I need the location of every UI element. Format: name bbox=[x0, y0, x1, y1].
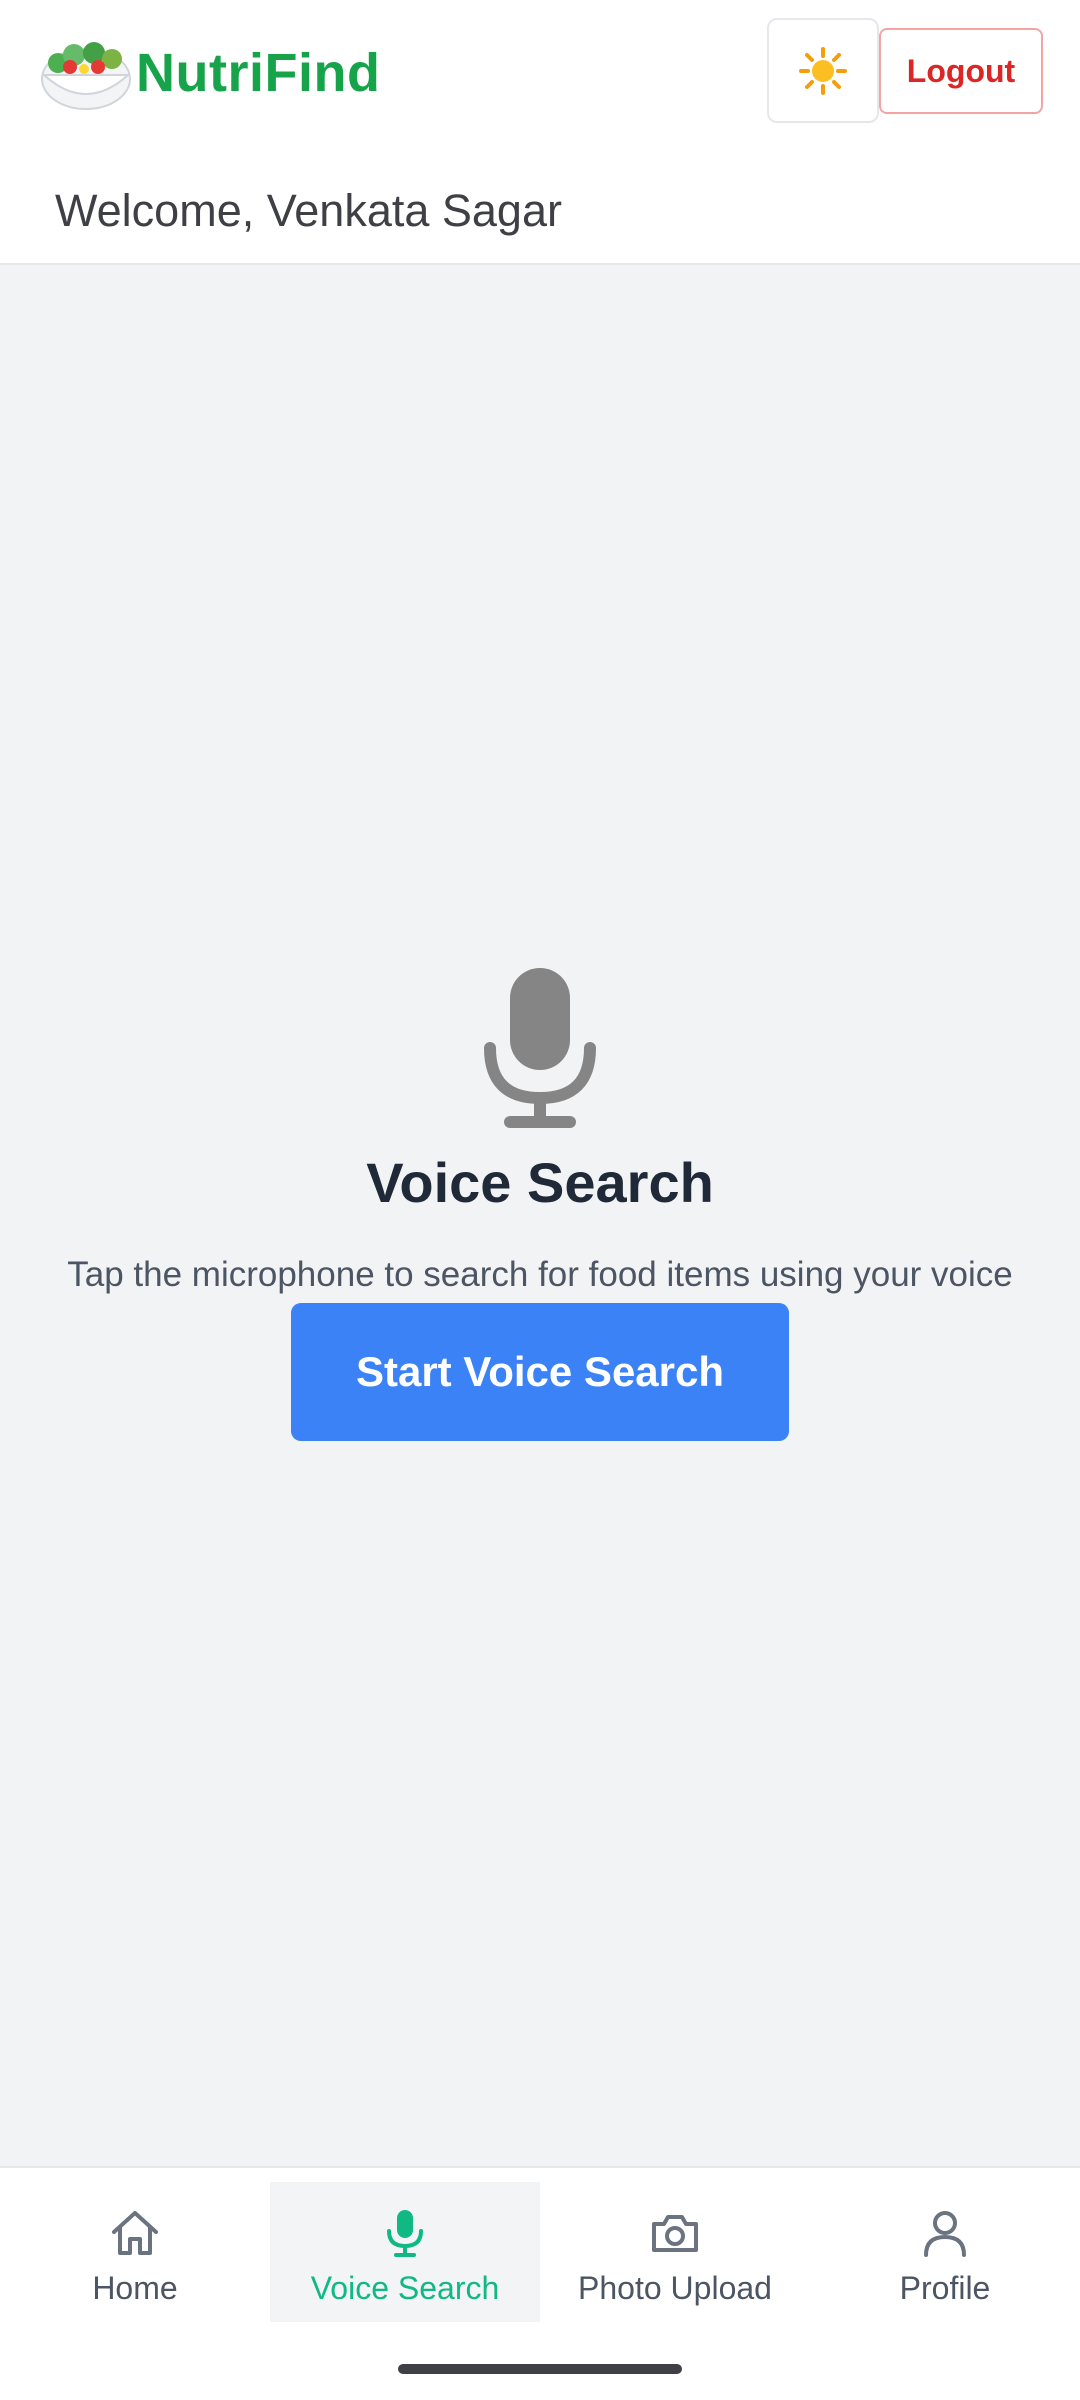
home-icon bbox=[112, 2211, 158, 2255]
user-icon bbox=[924, 2211, 966, 2257]
voice-search-description: Tap the microphone to search for food it… bbox=[67, 1255, 1013, 1294]
voice-search-title: Voice Search bbox=[366, 1151, 714, 1214]
nav-label-voice-search: Voice Search bbox=[310, 2270, 500, 2306]
theme-toggle-button[interactable] bbox=[767, 18, 879, 123]
welcome-text: Welcome, Venkata Sagar bbox=[55, 185, 562, 236]
app-name: NutriFind bbox=[136, 42, 381, 103]
nav-item-profile[interactable]: Profile bbox=[810, 2182, 1080, 2322]
app-header: NutriFind Logout Welcome, Venkata Sagar bbox=[0, 0, 1080, 265]
camera-icon bbox=[652, 2215, 698, 2252]
microphone-icon[interactable] bbox=[481, 960, 599, 1130]
nav-item-photo-upload[interactable]: Photo Upload bbox=[540, 2182, 810, 2322]
sun-icon bbox=[799, 46, 847, 95]
brand[interactable]: NutriFind bbox=[40, 30, 380, 115]
nav-label-home: Home bbox=[92, 2270, 178, 2306]
nav-item-voice-search[interactable]: Voice Search bbox=[270, 2182, 540, 2322]
nav-label-profile: Profile bbox=[899, 2270, 991, 2306]
home-indicator[interactable] bbox=[398, 2364, 682, 2374]
start-voice-search-button[interactable]: Start Voice Search bbox=[291, 1303, 789, 1441]
voice-search-panel: Voice Search Tap the microphone to searc… bbox=[0, 960, 1080, 1441]
salad-bowl-icon bbox=[41, 41, 131, 110]
nav-item-home[interactable]: Home bbox=[0, 2182, 270, 2322]
nav-label-photo-upload: Photo Upload bbox=[578, 2270, 772, 2306]
microphone-icon bbox=[387, 2210, 423, 2257]
logout-button[interactable]: Logout bbox=[879, 28, 1043, 114]
app-screen: NutriFind Logout Welcome, Venkata Sagar bbox=[0, 0, 1080, 2400]
